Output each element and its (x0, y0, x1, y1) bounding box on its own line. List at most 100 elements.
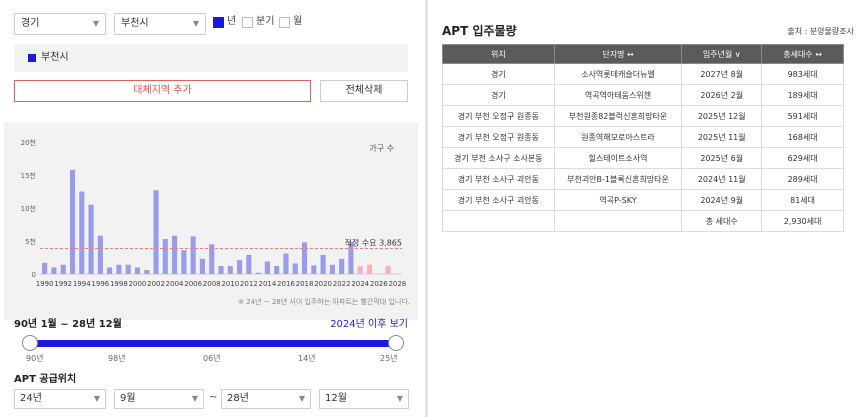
slider-label: 25년 (380, 354, 398, 363)
x-tick-label: 1992 (54, 280, 72, 288)
table-row[interactable]: 경기 부천 오정구 원종동 부천원종82블럭신혼희망타운 2025년 12월 591세… (442, 105, 844, 127)
slider-label: 90년 (26, 354, 44, 363)
table-row[interactable]: 경기 부천 오정구 원종동 원종역해모로아스트라 2025년 11월 168세대 (442, 126, 844, 148)
column-header-complex[interactable]: 단지명 ↔ (553, 44, 683, 64)
chart-bar (107, 267, 113, 274)
add-region-button[interactable]: 대체지역 추가 (14, 80, 311, 102)
x-tick-label: 2000 (129, 280, 147, 288)
range-slider-start-handle[interactable] (22, 335, 38, 351)
cell-location: 경기 부천 소사구 괴안동 (442, 168, 555, 190)
x-tick-label: 2004 (166, 280, 184, 288)
period-month-label: 월 (293, 16, 303, 27)
view-after-2024-link[interactable]: 2024년 이후 보기 (330, 318, 408, 332)
x-tick-label: 2016 (277, 280, 295, 288)
period-quarter-checkbox[interactable] (242, 17, 253, 28)
chart-bar (218, 266, 224, 274)
column-header-move-in-date[interactable]: 입주년월 ∨ (681, 44, 763, 64)
apt-move-in-table: 위치 단지명 ↔ 입주년월 ∨ 총세대수 ↔ 경기 소사역롯데캐슬더뉴엘 2027년… (442, 44, 844, 232)
cell-complex: 부천원종82블럭신혼희망타운 (553, 105, 683, 127)
supply-location-title: APT 공급위치 (14, 374, 77, 385)
data-source: 출처 : 분양물량조사 (787, 27, 854, 36)
y-tick-label: 20천 (21, 138, 36, 147)
table-header-row: 위치 단지명 ↔ 입주년월 ∨ 총세대수 ↔ (442, 44, 844, 64)
right-panel: APT 입주물량 출처 : 분양물량조사 위치 단지명 ↔ 입주년월 ∨ 총세대… (430, 0, 866, 417)
x-tick-label: 2022 (333, 280, 351, 288)
cell-complex: 소사역롯데캐슬더뉴엘 (553, 63, 683, 85)
table-row[interactable]: 경기 부천 소사구 괴안동 부천괴안B-1블록신혼희망타운 2024년 11월 289… (442, 168, 844, 190)
y-tick-label: 15천 (21, 171, 36, 180)
table-row[interactable]: 경기 역곡역아테움스위첸 2026년 2월 189세대 (442, 84, 844, 106)
to-year-value: 28년 (227, 393, 249, 404)
x-tick-label: 2018 (296, 280, 314, 288)
to-year-select[interactable]: 28년 ▼ (221, 389, 311, 409)
cell-complex: 부천괴안B-1블록신혼희망타운 (553, 168, 683, 190)
to-month-select[interactable]: 12월 ▼ (319, 389, 409, 409)
cell-location: 경기 부천 오정구 원종동 (442, 105, 555, 127)
x-tick-label: 1990 (36, 280, 54, 288)
cell-move-in-date: 2024년 9월 (681, 189, 763, 211)
chart-bar (283, 253, 289, 274)
cell-location: 경기 (442, 84, 555, 106)
chevron-down-icon: ▼ (396, 394, 403, 403)
panel-divider (425, 0, 428, 417)
chart-bar (357, 266, 363, 274)
period-year-checkbox[interactable] (213, 17, 224, 28)
supply-bar-chart: 05천10천15천20천가구 수적정 수요 3,8651990 1992 1994 1… (21, 138, 410, 306)
range-slider-end-handle[interactable] (388, 335, 404, 351)
chart-bar (199, 258, 205, 274)
cell-move-in-date: 2026년 2월 (681, 84, 763, 106)
chart-bar (292, 263, 298, 274)
range-title: 90년 1월 ~ 28년 12월 (14, 319, 122, 330)
table-row[interactable]: 경기 부천 소사구 소사본동 힐스테이트소사역 2025년 6월 629세대 (442, 147, 844, 169)
y-tick-label: 5천 (25, 237, 36, 246)
chevron-down-icon: ▼ (191, 394, 198, 403)
cell-location: 경기 부천 소사구 괴안동 (442, 189, 555, 211)
chart-bar (51, 267, 57, 274)
x-tick-label: 1994 (73, 280, 91, 288)
x-tick-label: 2012 (240, 280, 258, 288)
from-year-value: 24년 (20, 393, 42, 404)
reference-line-label: 적정 수요 3,865 (345, 237, 402, 247)
x-tick-label: 2026 (370, 280, 388, 288)
from-year-select[interactable]: 24년 ▼ (14, 389, 106, 409)
x-tick-label: 2020 (314, 280, 332, 288)
chart-bar (60, 264, 66, 274)
slider-label: 14년 (298, 354, 316, 363)
city-select[interactable]: 부천시 ▼ (114, 13, 206, 35)
to-month-value: 12월 (325, 393, 347, 404)
period-month-checkbox[interactable] (279, 17, 290, 28)
slider-label: 06년 (203, 354, 221, 363)
cell-move-in-date: 2027년 8월 (681, 63, 763, 85)
delete-all-button[interactable]: 전체삭제 (320, 80, 408, 102)
table-row[interactable]: 경기 소사역롯데캐슬더뉴엘 2027년 8월 983세대 (442, 63, 844, 85)
cell-move-in-date: 2024년 11월 (681, 168, 763, 190)
city-select-value: 부천시 (121, 18, 149, 29)
range-slider-track[interactable] (30, 340, 396, 347)
empty-cell (442, 210, 555, 232)
selected-region-box: 부천시 (14, 44, 408, 72)
slider-label: 98년 (108, 354, 126, 363)
chart-note: ※ 24년 ~ 28년 사이 입주하는 아파트는 빨간막대 입니다. (238, 297, 410, 306)
column-header-households[interactable]: 총세대수 ↔ (761, 44, 844, 64)
chart-bar (190, 236, 196, 274)
from-month-select[interactable]: 9월 ▼ (114, 389, 204, 409)
column-header-location[interactable]: 위치 (442, 44, 555, 64)
chevron-down-icon: ▼ (298, 394, 305, 403)
total-label: 총 세대수 (681, 210, 763, 232)
chart-bar (69, 169, 76, 274)
x-tick-label: 2008 (203, 280, 221, 288)
x-tick-label: 1998 (110, 280, 128, 288)
chart-bar (329, 264, 335, 274)
chart-bar (366, 264, 373, 274)
chart-bar (311, 265, 317, 274)
chart-bar (42, 262, 48, 274)
chart-bar (274, 266, 280, 274)
range-separator: ~ (209, 392, 218, 403)
cell-households: 591세대 (761, 105, 844, 127)
chart-bar (181, 250, 187, 274)
chart-bar (134, 267, 141, 274)
table-row[interactable]: 경기 부천 소사구 괴안동 역곡P-SKY 2024년 9월 81세대 (442, 189, 844, 211)
empty-cell (553, 210, 683, 232)
cell-complex: 역곡역아테움스위첸 (553, 84, 683, 106)
province-select[interactable]: 경기 ▼ (14, 13, 106, 35)
